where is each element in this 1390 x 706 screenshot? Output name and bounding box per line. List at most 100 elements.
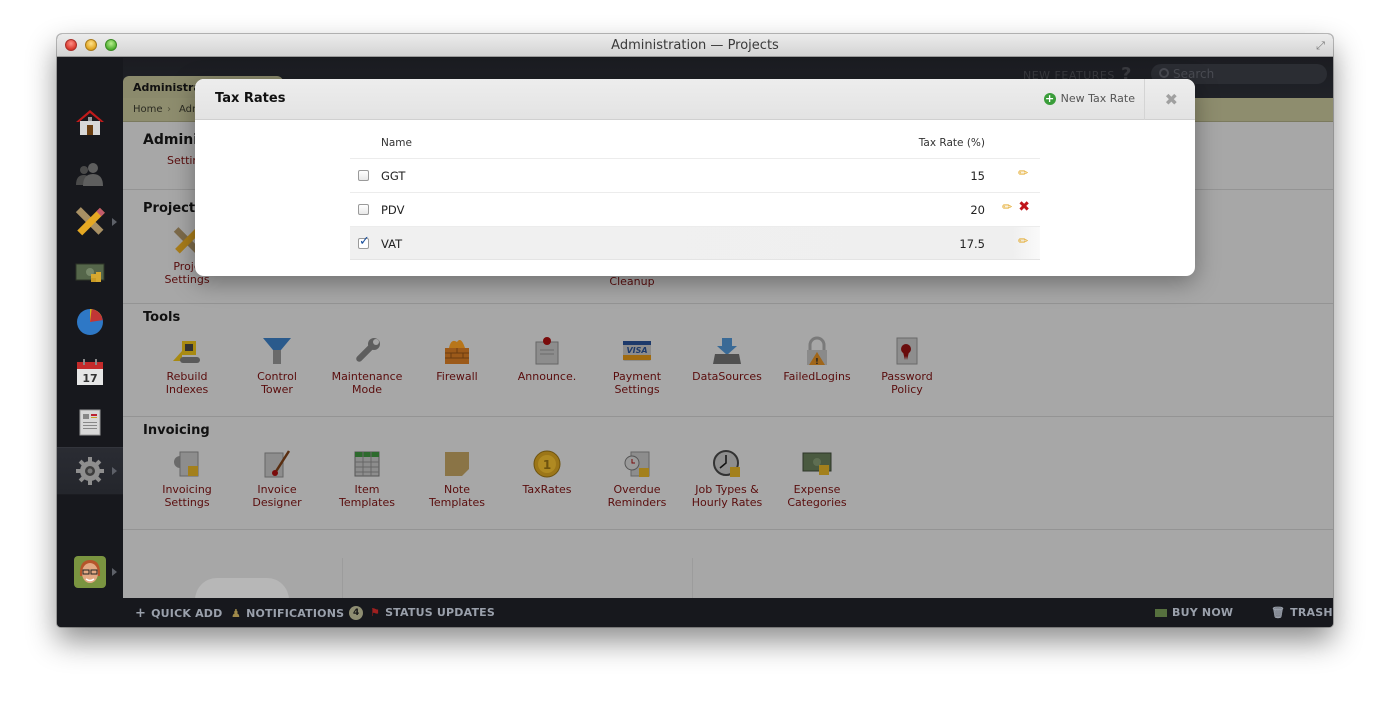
home-icon xyxy=(76,110,104,135)
trash-icon: 🗑 xyxy=(1271,606,1286,619)
row-checkbox[interactable] xyxy=(358,204,369,215)
trash-button[interactable]: 🗑 TRASH xyxy=(1271,606,1333,619)
sidebar: 17 xyxy=(57,58,123,598)
dialog-title: Tax Rates xyxy=(215,91,286,106)
tool-failed-logins[interactable]: ! FailedLogins xyxy=(772,336,862,383)
tool-label: DataSources xyxy=(692,370,762,383)
tool-item-templates[interactable]: Item Templates xyxy=(322,449,412,509)
edit-pencil-icon[interactable]: ✏ xyxy=(1002,200,1012,214)
breadcrumb-home[interactable]: Home xyxy=(133,104,163,115)
tax-name: GGT xyxy=(381,169,406,183)
sidebar-item-projects[interactable] xyxy=(57,198,123,246)
sidebar-item-administration[interactable] xyxy=(57,447,123,495)
tool-label: Password Policy xyxy=(881,370,933,396)
new-tax-rate-button[interactable]: + New Tax Rate xyxy=(1043,91,1135,105)
tool-label: FailedLogins xyxy=(783,370,851,383)
status-updates-label: STATUS UPDATES xyxy=(385,606,496,619)
sidebar-item-people[interactable] xyxy=(57,150,123,198)
tool-firewall[interactable]: Firewall xyxy=(412,336,502,383)
tool-payment-settings[interactable]: VISA Payment Settings xyxy=(592,336,682,396)
tool-label: Control Tower xyxy=(257,370,297,396)
tool-label: Job Types & Hourly Rates xyxy=(691,483,763,509)
table-row[interactable]: GGT 15 ✏ xyxy=(350,158,1040,192)
expand-arrow-icon xyxy=(112,467,117,475)
row-checkbox[interactable] xyxy=(358,170,369,181)
clock-coins-icon xyxy=(713,450,740,477)
tool-invoicing-settings[interactable]: Invoicing Settings xyxy=(142,449,232,509)
notifications-count-badge: 4 xyxy=(349,606,364,620)
notifications-button[interactable]: ♟ NOTIFICATIONS 4 xyxy=(231,606,364,620)
quick-add-label: QUICK ADD xyxy=(151,607,223,620)
tool-announce[interactable]: Announce. xyxy=(502,336,592,383)
add-icon: + xyxy=(1043,91,1056,105)
notifications-label: NOTIFICATIONS xyxy=(246,606,345,620)
tool-data-sources[interactable]: DataSources xyxy=(682,336,772,383)
tax-rate-value: 17.5 xyxy=(959,237,985,251)
pinned-note-icon xyxy=(535,337,559,365)
funnel-tower-icon xyxy=(263,338,291,364)
tool-note-templates[interactable]: Note Templates xyxy=(412,449,502,509)
tool-overdue-reminders[interactable]: Overdue Reminders xyxy=(592,449,682,509)
sidebar-item-reports[interactable] xyxy=(57,298,123,346)
quick-add-button[interactable]: + QUICK ADD xyxy=(135,606,222,621)
expand-arrow-icon xyxy=(112,218,117,226)
tool-expense-categories[interactable]: Expense Categories xyxy=(772,449,862,509)
tool-password-policy[interactable]: Password Policy xyxy=(862,336,952,396)
sidebar-item-calendar[interactable]: 17 xyxy=(57,348,123,396)
tool-rebuild-indexes[interactable]: Rebuild Indexes xyxy=(142,336,232,396)
section-title-tools: Tools xyxy=(143,310,181,325)
buy-now-button[interactable]: BUY NOW xyxy=(1155,606,1233,619)
tool-maintenance-mode[interactable]: Maintenance Mode xyxy=(322,336,412,396)
sidebar-item-documents[interactable] xyxy=(57,398,123,446)
tool-label: Maintenance Mode xyxy=(331,370,403,396)
table-row[interactable]: VAT 17.5 ✏ xyxy=(350,226,1040,260)
table-row[interactable]: PDV 20 ✏ ✖ xyxy=(350,192,1040,226)
money-coins-icon xyxy=(802,452,832,475)
bulldozer-icon xyxy=(173,341,200,363)
pie-chart-icon xyxy=(77,309,103,335)
close-icon: ✖ xyxy=(1164,90,1178,109)
breadcrumb-separator: › xyxy=(167,104,171,115)
tool-label: Expense Categories xyxy=(787,483,847,509)
window-title: Administration — Projects xyxy=(611,38,779,53)
tool-tax-rates[interactable]: 1 TaxRates xyxy=(502,449,592,496)
svg-text:17: 17 xyxy=(82,372,97,385)
tool-label: Invoice Designer xyxy=(252,483,302,509)
trash-label: TRASH xyxy=(1290,606,1333,619)
new-tax-rate-label: New Tax Rate xyxy=(1060,92,1135,105)
column-header-name: Name xyxy=(381,137,412,149)
status-bar: + QUICK ADD ♟ NOTIFICATIONS 4 ⚑ STATUS U… xyxy=(57,598,1333,627)
tool-invoice-designer[interactable]: Invoice Designer xyxy=(232,449,322,509)
row-checkbox-checked[interactable] xyxy=(358,234,370,249)
fullscreen-icon[interactable]: ⤢ xyxy=(1314,39,1327,52)
search-icon xyxy=(1159,68,1169,78)
svg-text:VISA: VISA xyxy=(626,346,647,355)
tool-label: TaxRates xyxy=(522,483,572,496)
pencil-ruler-icon xyxy=(75,207,105,236)
tax-rates-dialog: Tax Rates + New Tax Rate ✖ Name Tax Rate… xyxy=(195,79,1195,276)
edit-pencil-icon[interactable]: ✏ xyxy=(1018,166,1028,180)
calendar-icon: 17 xyxy=(77,359,103,385)
tax-name: VAT xyxy=(381,237,403,251)
sidebar-item-home[interactable] xyxy=(57,98,123,146)
close-dialog-button[interactable]: ✖ xyxy=(1165,90,1178,109)
spreadsheet-icon xyxy=(354,451,380,477)
download-drive-icon xyxy=(713,338,741,364)
tool-job-types[interactable]: Job Types & Hourly Rates xyxy=(682,449,772,509)
avatar-icon xyxy=(74,556,106,588)
note-icon xyxy=(445,452,469,476)
section-title-projects: Projects xyxy=(143,201,203,216)
sidebar-item-invoices[interactable] xyxy=(57,250,123,298)
status-updates-button[interactable]: ⚑ STATUS UPDATES xyxy=(370,606,495,619)
money-icon xyxy=(75,263,105,282)
edit-pencil-icon[interactable]: ✏ xyxy=(1018,234,1028,248)
svg-text:1: 1 xyxy=(543,458,551,472)
sidebar-item-profile[interactable] xyxy=(57,548,123,596)
expand-arrow-icon xyxy=(112,568,117,576)
tool-label: Invoicing Settings xyxy=(162,483,212,509)
wrench-icon xyxy=(356,338,380,362)
section-tools: Tools Rebuild Indexes Control Tower Mainte… xyxy=(123,304,1333,417)
buy-now-label: BUY NOW xyxy=(1172,606,1234,619)
delete-icon[interactable]: ✖ xyxy=(1018,199,1030,215)
tool-control-tower[interactable]: Control Tower xyxy=(232,336,322,396)
